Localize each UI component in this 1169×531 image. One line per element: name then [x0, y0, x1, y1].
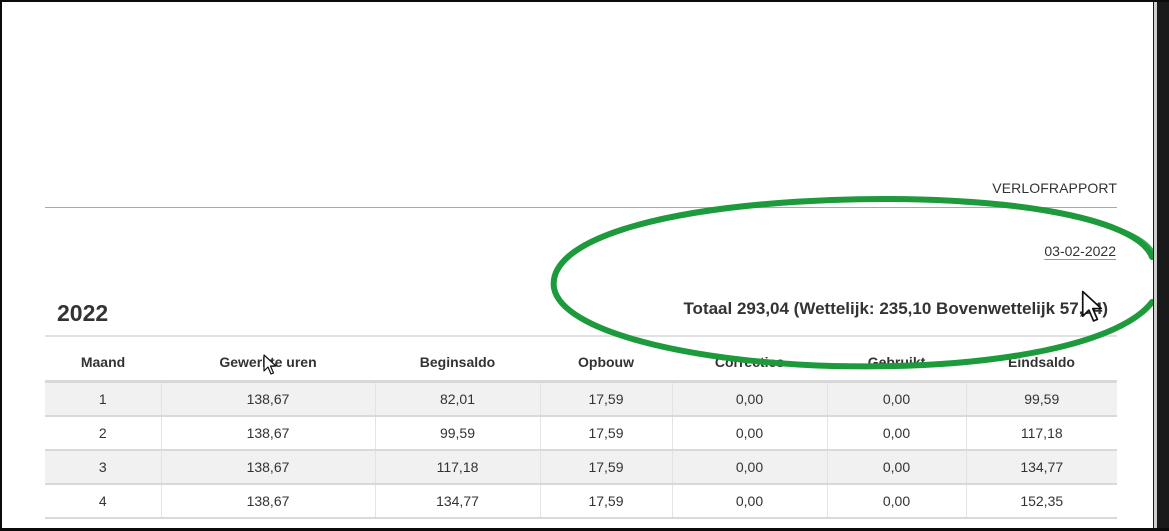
- report-date-link[interactable]: 03-02-2022: [1044, 243, 1116, 259]
- table-row: 4 138,67 134,77 17,59 0,00 0,00 152,35: [45, 484, 1117, 519]
- cell-beginsaldo: 82,01: [375, 381, 541, 417]
- cell-gebruikt: 0,00: [827, 450, 967, 485]
- cell-maand: 4: [45, 484, 162, 519]
- column-header-beginsaldo: Beginsaldo: [375, 344, 540, 383]
- cell-gewerkte-uren: 138,67: [161, 416, 376, 451]
- cell-maand: 1: [45, 381, 162, 417]
- cell-maand: 2: [45, 416, 162, 451]
- cell-gebruikt: 0,00: [827, 416, 967, 451]
- cell-eindsaldo: 99,59: [966, 381, 1117, 417]
- leave-balance-table: Maand Gewerkte uren Beginsaldo Opbouw Co…: [45, 344, 1117, 519]
- cell-gewerkte-uren: 138,67: [161, 450, 376, 485]
- cell-eindsaldo: 117,18: [966, 416, 1117, 451]
- highlight-ellipse-stroke: [550, 196, 1153, 370]
- report-title: VERLOFRAPPORT: [992, 180, 1117, 196]
- column-header-eindsaldo: Eindsaldo: [966, 344, 1117, 383]
- cell-maand: 3: [45, 450, 162, 485]
- cell-opbouw: 17,59: [540, 484, 673, 519]
- cell-gewerkte-uren: 138,67: [161, 381, 376, 417]
- cell-correcties: 0,00: [672, 381, 828, 417]
- column-header-correcties: Correcties: [672, 344, 827, 383]
- report-page: VERLOFRAPPORT 03-02-2022 2022 Totaal 293…: [2, 2, 1153, 528]
- year-divider: [45, 335, 1117, 337]
- cell-correcties: 0,00: [672, 416, 828, 451]
- header-divider: [45, 207, 1117, 208]
- cell-gebruikt: 0,00: [827, 381, 967, 417]
- table-row: 2 138,67 99,59 17,59 0,00 0,00 117,18: [45, 416, 1117, 451]
- cell-beginsaldo: 99,59: [375, 416, 541, 451]
- column-header-gewerkte-uren: Gewerkte uren: [161, 344, 375, 383]
- column-header-maand: Maand: [45, 344, 161, 383]
- totaal-summary: Totaal 293,04 (Wettelijk: 235,10 Bovenwe…: [683, 299, 1108, 318]
- cell-correcties: 0,00: [672, 484, 828, 519]
- cell-eindsaldo: 152,35: [966, 484, 1117, 519]
- cell-correcties: 0,00: [672, 450, 828, 485]
- window-edge-highlight: [1154, 2, 1157, 528]
- column-header-opbouw: Opbouw: [540, 344, 672, 383]
- table-row: 1 138,67 82,01 17,59 0,00 0,00 99,59: [45, 381, 1117, 417]
- cell-opbouw: 17,59: [540, 416, 673, 451]
- column-header-gebruikt: Gebruikt: [827, 344, 966, 383]
- cell-beginsaldo: 117,18: [375, 450, 541, 485]
- cell-beginsaldo: 134,77: [375, 484, 541, 519]
- table-header-row: Maand Gewerkte uren Beginsaldo Opbouw Co…: [45, 344, 1117, 383]
- table-row: 3 138,67 117,18 17,59 0,00 0,00 134,77: [45, 450, 1117, 485]
- cell-eindsaldo: 134,77: [966, 450, 1117, 485]
- year-heading: 2022: [57, 300, 109, 326]
- cell-gebruikt: 0,00: [827, 484, 967, 519]
- cell-opbouw: 17,59: [540, 381, 673, 417]
- cell-opbouw: 17,59: [540, 450, 673, 485]
- cell-gewerkte-uren: 138,67: [161, 484, 376, 519]
